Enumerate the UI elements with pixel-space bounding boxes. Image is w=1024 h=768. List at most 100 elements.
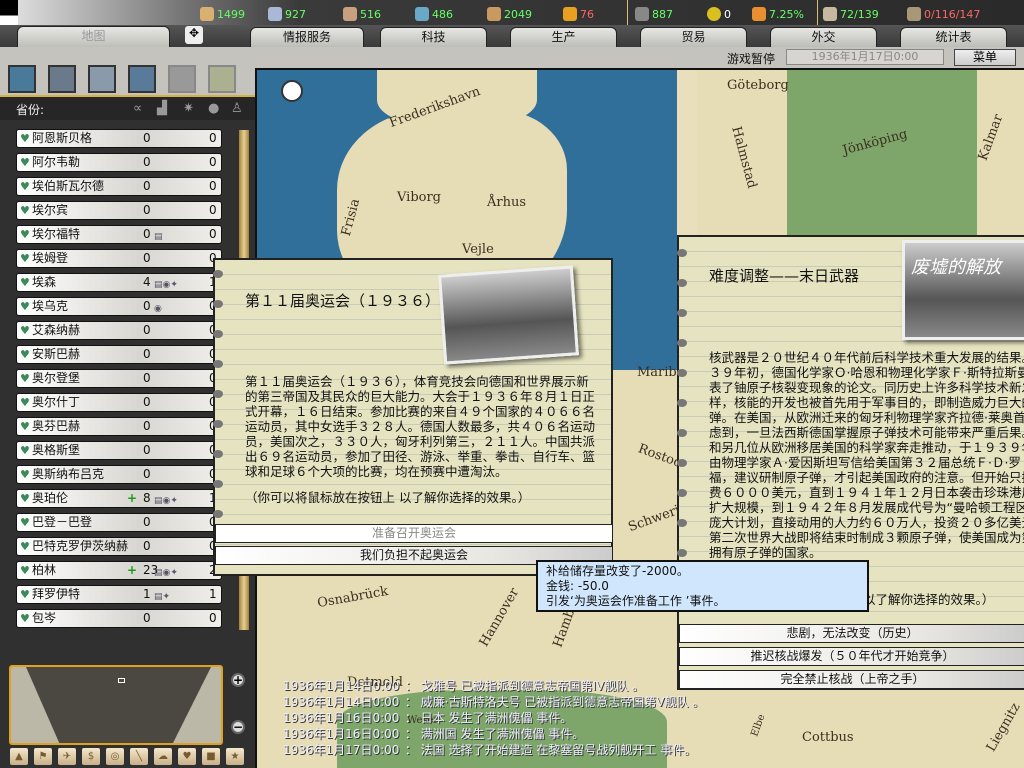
tab-production[interactable]: 生产 <box>510 27 617 47</box>
tab-intelligence[interactable]: 情报服务 <box>250 27 364 47</box>
menu-button[interactable]: 菜单 <box>954 49 1016 66</box>
minimap-viewport[interactable] <box>118 678 125 683</box>
log-date: 1936年1月14日0:00 <box>283 679 400 693</box>
map-label: Århus <box>487 195 527 210</box>
province-shield-icon: ♥ <box>20 300 30 313</box>
province-ic: 0 <box>143 347 151 361</box>
option-ban[interactable]: 完全禁止核战（上帝之手） <box>679 670 1024 689</box>
build-available-icon[interactable]: + <box>127 562 137 579</box>
partisan-filter-icon[interactable]: ♥ <box>178 748 196 765</box>
province-row[interactable]: ♥ 包岑 0 0 <box>16 609 222 628</box>
factory-icon[interactable]: ▟ <box>157 101 167 116</box>
build-available-icon[interactable]: + <box>127 490 137 507</box>
convoy-stat[interactable]: 0/116/147 <box>907 7 980 21</box>
province-row[interactable]: ♥埃乌克0◉0 <box>16 297 222 316</box>
province-row[interactable]: ♥奥格斯堡00 <box>16 441 222 460</box>
province-row[interactable]: ♥ 拜罗伊特 1 ▤✦ 1 <box>16 585 222 604</box>
metal-resource[interactable]: 927 <box>268 7 306 21</box>
energy-resource[interactable]: 1499 <box>200 7 245 21</box>
tab-technology[interactable]: 科技 <box>380 27 487 47</box>
convoy-icon <box>907 7 921 21</box>
province-shield-icon: ♥ <box>20 516 30 529</box>
victory-filter-icon[interactable]: ★ <box>226 748 244 765</box>
army-mode-icon[interactable] <box>48 65 76 93</box>
province-row[interactable]: ♥巴登－巴登00 <box>16 513 222 532</box>
terrain-mode-icon[interactable] <box>8 65 36 93</box>
zoom-out-icon[interactable]: − <box>231 720 245 734</box>
oil-resource[interactable]: 486 <box>415 7 453 21</box>
date-display: 1936年1月17日0:00 <box>786 49 944 65</box>
description-line: 第１１届奥运会（１９３６），体育竞技会向德国和世界展示新 <box>245 374 589 389</box>
province-row[interactable]: ♥柏林+23▤◉✦2 <box>16 561 222 580</box>
province-row[interactable]: ♥奥斯纳布吕克00 <box>16 465 222 484</box>
rare-materials-resource[interactable]: 516 <box>343 7 381 21</box>
description-line: 的第三帝国及其民众的巨大能力。大会于１９３６年８月１日正 <box>245 389 596 404</box>
weather-filter-icon[interactable]: ☁ <box>154 748 172 765</box>
supply-filter-icon[interactable]: ╲ <box>130 748 148 765</box>
province-name: 埃伯斯瓦尔德 <box>32 179 105 193</box>
nuclear-stat[interactable]: 0 <box>707 7 731 21</box>
log-text: 法国 选择了开始建造 在黎塞留号战列舰开工 事件。 <box>420 743 697 757</box>
tab-statistics[interactable]: 统计表 <box>900 27 1007 47</box>
option-delay[interactable]: 推迟核战爆发（５０年代才开始竞争） <box>679 647 1024 666</box>
option-host-olympics[interactable]: 准备召开奥运会 <box>215 524 613 543</box>
province-ic: 0 <box>143 611 151 625</box>
province-row[interactable]: ♥ 阿尔韦勒 0 0 <box>16 153 222 172</box>
option-history[interactable]: 悲剧，无法改变（历史） <box>679 624 1024 643</box>
stat-value: 887 <box>652 7 673 21</box>
diplomatic-filter-icon[interactable]: ✈ <box>58 748 76 765</box>
game-paused-label[interactable]: 游戏暂停 <box>727 50 775 67</box>
description-line: 庞大计划，直接动用的人力约６０万人，投资２０多亿美元。 <box>709 515 1024 530</box>
province-row[interactable]: ♥ 埃尔宾 0 0 <box>16 201 222 220</box>
stat-value: 0/116/147 <box>924 7 981 21</box>
economy-filter-icon[interactable]: $ <box>82 748 100 765</box>
flask-icon[interactable] <box>281 80 303 102</box>
tab-map[interactable]: 地图 <box>17 26 170 48</box>
air-mode-icon[interactable] <box>88 65 116 93</box>
province-ic: 0 <box>143 539 151 553</box>
tab-diplomacy[interactable]: 外交 <box>770 27 877 47</box>
ic-icon[interactable]: ∝ <box>133 101 142 116</box>
manpower-icon[interactable]: ♙ <box>231 101 243 116</box>
province-row[interactable]: ♥ 阿恩斯贝格 0 0 <box>16 129 222 148</box>
transport-stat[interactable]: 72/139 <box>823 7 879 21</box>
resource-icon[interactable]: ● <box>208 101 219 116</box>
terrain-filter-icon[interactable]: ▲ <box>10 748 28 765</box>
leader-mode-icon[interactable] <box>168 65 196 93</box>
money-resource[interactable]: 76 <box>563 7 594 21</box>
province-ic: 0 <box>143 443 151 457</box>
province-row[interactable]: ♥安斯巴赫00 <box>16 345 222 364</box>
center-map-icon[interactable]: ✥ <box>185 26 203 44</box>
province-row[interactable]: ♥ 埃尔福特 0 ▤ 0 <box>16 225 222 244</box>
antiair-icon[interactable]: ✷ <box>183 101 194 116</box>
province-ic: 0 <box>143 155 151 169</box>
province-value: 0 <box>209 179 217 193</box>
province-row[interactable]: ♥ 埃伯斯瓦尔德 0 0 <box>16 177 222 196</box>
province-row[interactable]: ♥埃森4▤◉✦1 <box>16 273 222 292</box>
rare-materials-icon <box>343 7 357 21</box>
log-date: 1936年1月16日0:00 <box>283 727 400 741</box>
province-row[interactable]: ♥奥尔什丁00 <box>16 393 222 412</box>
zoom-in-icon[interactable]: + <box>231 673 245 687</box>
province-ic: 0 <box>143 179 151 193</box>
political-filter-icon[interactable]: ⚑ <box>34 748 52 765</box>
province-row[interactable]: ♥奥尔登堡00 <box>16 369 222 388</box>
resource-filter-icon[interactable]: ◎ <box>106 748 124 765</box>
province-row[interactable]: ♥奥芬巴赫00 <box>16 417 222 436</box>
province-row[interactable]: ♥巴特克罗伊茨纳赫00 <box>16 537 222 556</box>
province-row[interactable]: ♥奥珀伦+8▤◉✦1 <box>16 489 222 508</box>
dissent-stat[interactable]: 7.25% <box>752 7 804 21</box>
province-row[interactable]: ♥艾森纳赫00 <box>16 321 222 340</box>
theater-filter-icon[interactable]: ■ <box>202 748 220 765</box>
building-icons: ◉ <box>154 304 162 314</box>
log-date: 1936年1月17日0:00 <box>283 743 400 757</box>
province-row[interactable]: ♥埃姆登00 <box>16 249 222 268</box>
provinces-header: 省份: <box>16 103 45 117</box>
minimap[interactable] <box>9 665 223 745</box>
navy-mode-icon[interactable] <box>128 65 156 93</box>
supplies-resource[interactable]: 2049 <box>487 7 532 21</box>
manpower-stat[interactable]: 887 <box>635 7 673 21</box>
supply-mode-icon[interactable] <box>208 65 236 93</box>
tab-trade[interactable]: 贸易 <box>640 27 747 47</box>
province-name: 阿尔韦勒 <box>32 155 81 169</box>
